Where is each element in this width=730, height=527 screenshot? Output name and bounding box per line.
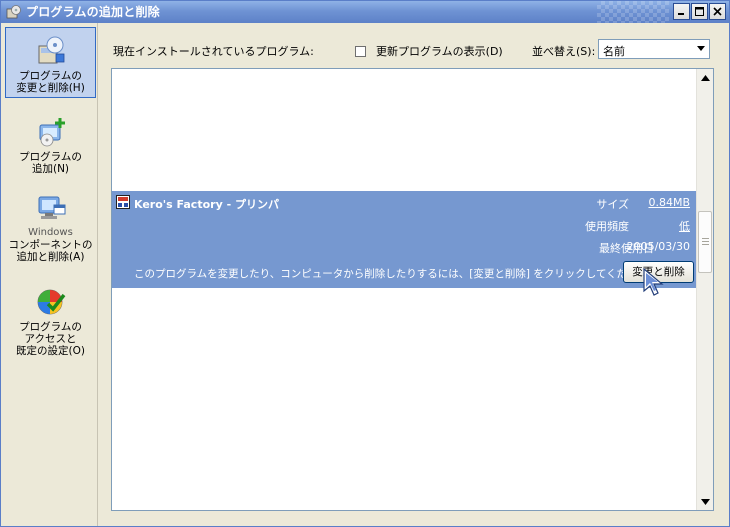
size-value-link[interactable]: 0.84MB [620,196,690,209]
sidebar-item-program-access[interactable]: プログラムの アクセスと 既定の設定(O) [5,279,96,357]
sidebar-item-label-windows: Windows [28,227,73,238]
show-updates-toggle[interactable]: 更新プログラムの表示(D) [355,43,503,59]
program-row-selected[interactable]: Kero's Factory - プリンパ サイズ 0.84MB 使用頻度 低 … [112,191,696,288]
current-programs-label: 現在インストールされているプログラム: [113,45,314,58]
sidebar-item-add[interactable]: プログラムの 追加(N) [5,109,96,175]
title-bar[interactable]: プログラムの追加と削除 [1,1,729,23]
sort-label: 並べ替え(S): [532,45,596,58]
change-remove-programs-icon [38,36,64,64]
sidebar-item-label: プログラムの アクセスと 既定の設定(O) [16,321,85,357]
scroll-up-button[interactable] [697,69,713,86]
window-title: プログラムの追加と削除 [26,5,160,19]
add-programs-icon [39,118,65,147]
usage-label: 使用頻度 [585,220,629,233]
sidebar-item-windows-components[interactable]: Windows コンポーネントの 追加と削除(A) [5,185,96,271]
usage-value-link[interactable]: 低 [620,218,690,234]
program-app-icon [116,195,130,209]
arrow-down-icon [700,498,710,505]
sidebar-item-label: プログラムの 変更と削除(H) [16,70,85,94]
add-remove-programs-app-icon [6,5,21,19]
sidebar: プログラムの 変更と削除(H) プログラムの 追加(N) Windows コンポ… [1,23,98,526]
show-updates-label: 更新プログラムの表示(D) [376,45,503,58]
maximize-button[interactable] [691,3,708,20]
sidebar-item-label: コンポーネントの 追加と削除(A) [8,239,93,263]
close-button[interactable] [709,3,726,20]
program-description: このプログラムを変更したり、コンピュータから削除したりするには、[変更と削除] … [134,268,659,280]
windows-components-icon [38,196,65,219]
close-icon [713,7,722,16]
scroll-down-button[interactable] [697,493,713,510]
minimize-button[interactable] [673,3,690,20]
sort-select-value: 名前 [603,45,625,58]
chevron-down-icon[interactable] [697,46,705,51]
last-used-value: 2005/03/30 [626,240,690,253]
titlebar-decoration [597,1,669,23]
sidebar-item-change-remove[interactable]: プログラムの 変更と削除(H) [5,27,96,98]
scrollbar-thumb[interactable] [698,211,712,273]
program-list[interactable]: Kero's Factory - プリンパ サイズ 0.84MB 使用頻度 低 … [111,68,714,511]
minimize-icon [678,13,684,15]
sort-select[interactable]: 名前 [598,39,710,59]
vertical-scrollbar[interactable] [696,69,713,510]
size-label: サイズ [596,198,629,211]
program-access-defaults-icon [37,289,65,315]
sidebar-item-label: プログラムの 追加(N) [19,151,82,175]
show-updates-checkbox[interactable] [355,45,366,57]
window: プログラムの追加と削除 プログラムの 変更と削除(H) プログラムの 追加(N)… [0,0,730,527]
programs-toolbar: 現在インストールされているプログラム: 更新プログラムの表示(D) 並べ替え(S… [101,37,726,65]
grip-icon [702,238,709,246]
mouse-cursor-icon [643,267,664,296]
program-name: Kero's Factory - プリンパ [134,198,279,211]
arrow-up-icon [700,74,710,81]
maximize-icon [695,7,704,16]
